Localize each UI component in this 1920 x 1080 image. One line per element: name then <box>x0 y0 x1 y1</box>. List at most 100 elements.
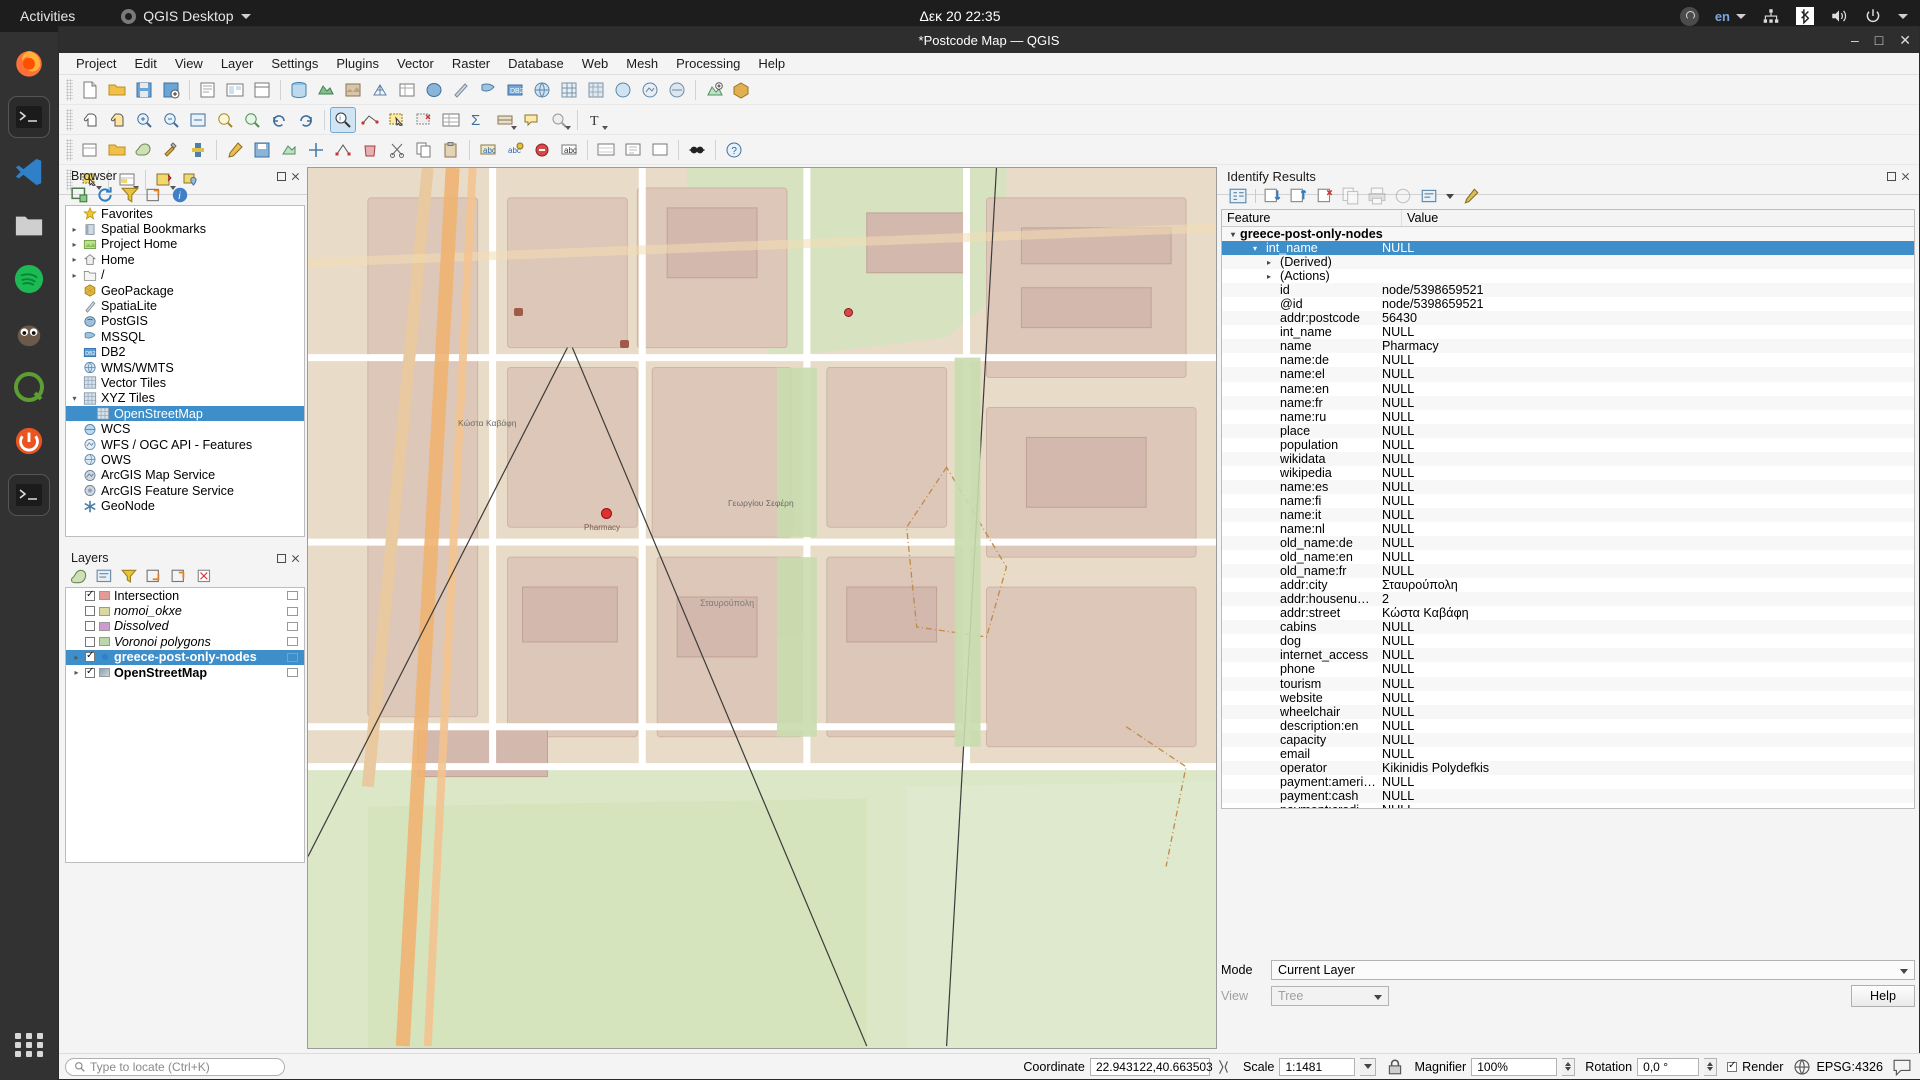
zoom-in-button[interactable] <box>131 107 157 133</box>
cut-features-button[interactable] <box>384 137 410 163</box>
browser-item-ows[interactable]: OWS <box>66 452 304 467</box>
dock-firefox-icon[interactable] <box>8 42 50 84</box>
save-layer-edits-button[interactable] <box>249 137 275 163</box>
browser-item-db2[interactable]: DB2 DB2 <box>66 345 304 360</box>
chevron-right-icon[interactable] <box>70 240 79 249</box>
add-arcgis-map-layer-button[interactable] <box>664 77 690 103</box>
text-annotation-button[interactable]: T <box>583 107 609 133</box>
bluetooth-icon[interactable] <box>1796 7 1814 25</box>
filter-legend-icon[interactable] <box>96 568 114 586</box>
dock-files-icon[interactable] <box>8 204 50 246</box>
properties-icon[interactable]: i <box>171 186 189 204</box>
browser-item-home[interactable]: Home <box>66 252 304 267</box>
identify-row[interactable]: name Pharmacy <box>1222 339 1914 354</box>
layer-item-voronoi-polygons[interactable]: Voronoi polygons <box>66 634 304 649</box>
identify-results-table[interactable]: Feature Value greece-post-only-nodesint_… <box>1221 209 1915 809</box>
print-icon[interactable] <box>1368 187 1386 205</box>
browser-item-arcgis-map-service[interactable]: ArcGIS Map Service <box>66 468 304 483</box>
identify-row[interactable]: old_name:en NULL <box>1222 550 1914 564</box>
processing-toolbox-button[interactable] <box>158 137 184 163</box>
move-feature-button[interactable] <box>303 137 329 163</box>
identify-row[interactable]: old_name:fr NULL <box>1222 564 1914 579</box>
menu-vector[interactable]: Vector <box>388 54 443 73</box>
python-console-button[interactable] <box>185 137 211 163</box>
identify-row[interactable]: internet_access NULL <box>1222 648 1914 663</box>
identify-row[interactable]: operator Kikinidis Polydefkis <box>1222 760 1914 775</box>
menu-layer[interactable]: Layer <box>212 54 263 73</box>
menu-edit[interactable]: Edit <box>125 54 165 73</box>
browser-item-spatial-bookmarks[interactable]: Spatial Bookmarks <box>66 221 304 236</box>
identify-float-button[interactable] <box>1886 171 1897 182</box>
change-label-properties-button[interactable] <box>647 137 673 163</box>
identify-row[interactable]: tourism NULL <box>1222 676 1914 691</box>
new-virtual-layer-button[interactable] <box>77 137 103 163</box>
app-menu-button[interactable]: QGIS Desktop <box>121 8 251 24</box>
browser-item-project-home[interactable]: Project Home <box>66 237 304 252</box>
style-manager-button[interactable] <box>131 137 157 163</box>
dock-terminal2-icon[interactable] <box>8 474 50 516</box>
identify-row[interactable]: wikidata NULL <box>1222 451 1914 466</box>
identify-row[interactable]: cabins NULL <box>1222 620 1914 635</box>
statistical-summary-button[interactable]: Σ <box>465 107 491 133</box>
open-project-button[interactable] <box>104 77 130 103</box>
zoom-to-layer-button[interactable] <box>239 107 265 133</box>
scale-input[interactable]: 1:1481 <box>1279 1057 1356 1076</box>
layer-edit-indicator[interactable] <box>287 637 298 647</box>
minimize-button[interactable]: – <box>1851 32 1859 48</box>
data-source-manager-button[interactable] <box>286 77 312 103</box>
collapse-all-icon[interactable] <box>146 186 164 204</box>
clear-results-icon[interactable] <box>1316 187 1334 205</box>
browser-item-openstreetmap[interactable]: OpenStreetMap <box>66 406 304 422</box>
layer-visibility-checkbox[interactable] <box>85 621 95 632</box>
identify-row[interactable]: place NULL <box>1222 423 1914 438</box>
highlight-pinned-labels-button[interactable]: abc <box>502 137 528 163</box>
identify-row[interactable]: old_name:de NULL <box>1222 536 1914 551</box>
add-feature-button[interactable] <box>276 137 302 163</box>
menu-plugins[interactable]: Plugins <box>327 54 388 73</box>
open-folder-button[interactable] <box>104 137 130 163</box>
show-hide-labels-button[interactable]: abc <box>556 137 582 163</box>
add-mssql-layer-button[interactable] <box>475 77 501 103</box>
column-header-value[interactable]: Value <box>1402 210 1914 226</box>
browser-item-arcgis-feature-service[interactable]: ArcGIS Feature Service <box>66 483 304 498</box>
help-button[interactable]: Help <box>1851 985 1915 1007</box>
new-shapefile-layer-button[interactable] <box>701 77 727 103</box>
column-header-feature[interactable]: Feature <box>1222 210 1402 226</box>
identify-row[interactable]: name:en NULL <box>1222 382 1914 396</box>
rotation-stepper[interactable] <box>1704 1057 1718 1076</box>
locator-bar[interactable]: Type to locate (Ctrl+K) <box>65 1057 285 1076</box>
chevron-right-icon[interactable] <box>72 653 81 662</box>
add-wms-layer-button[interactable] <box>529 77 555 103</box>
new-geopackage-layer-button[interactable] <box>728 77 754 103</box>
identify-row[interactable]: id node/5398659521 <box>1222 283 1914 298</box>
toggle-extents-icon[interactable] <box>1215 1058 1233 1076</box>
render-group[interactable]: Render <box>1727 1060 1783 1074</box>
identify-row[interactable]: int_name NULL <box>1222 241 1914 256</box>
layer-edit-indicator[interactable] <box>287 606 298 616</box>
browser-item-favorites[interactable]: Favorites <box>66 206 304 221</box>
chevron-down-icon[interactable] <box>1228 230 1238 239</box>
menu-project[interactable]: Project <box>67 54 125 73</box>
identify-layer-group[interactable]: greece-post-only-nodes <box>1222 227 1914 242</box>
identify-row[interactable]: wikipedia NULL <box>1222 466 1914 480</box>
menu-view[interactable]: View <box>166 54 212 73</box>
toolbar-grip[interactable] <box>66 108 73 131</box>
menu-processing[interactable]: Processing <box>667 54 749 73</box>
message-log-icon[interactable] <box>1893 1058 1911 1076</box>
layer-item-intersection[interactable]: Intersection <box>66 588 304 603</box>
identify-features-button[interactable]: i <box>330 106 356 133</box>
zoom-last-button[interactable] <box>266 107 292 133</box>
deselect-features-button[interactable] <box>411 107 437 133</box>
identify-row[interactable]: int_name NULL <box>1222 325 1914 339</box>
chevron-down-icon[interactable] <box>1446 193 1454 199</box>
render-checkbox[interactable] <box>1727 1060 1738 1072</box>
close-button[interactable]: ✕ <box>1899 32 1911 49</box>
identify-row[interactable]: name:it NULL <box>1222 507 1914 522</box>
identify-row[interactable]: name:nl NULL <box>1222 522 1914 536</box>
add-layer-icon[interactable] <box>71 186 89 204</box>
dock-qgis-icon[interactable] <box>8 366 50 408</box>
chevron-right-icon[interactable] <box>1264 272 1274 281</box>
identify-row[interactable]: name:fr NULL <box>1222 395 1914 410</box>
mode-select[interactable]: Current Layer <box>1271 960 1915 980</box>
dock-gimp-icon[interactable] <box>8 312 50 354</box>
